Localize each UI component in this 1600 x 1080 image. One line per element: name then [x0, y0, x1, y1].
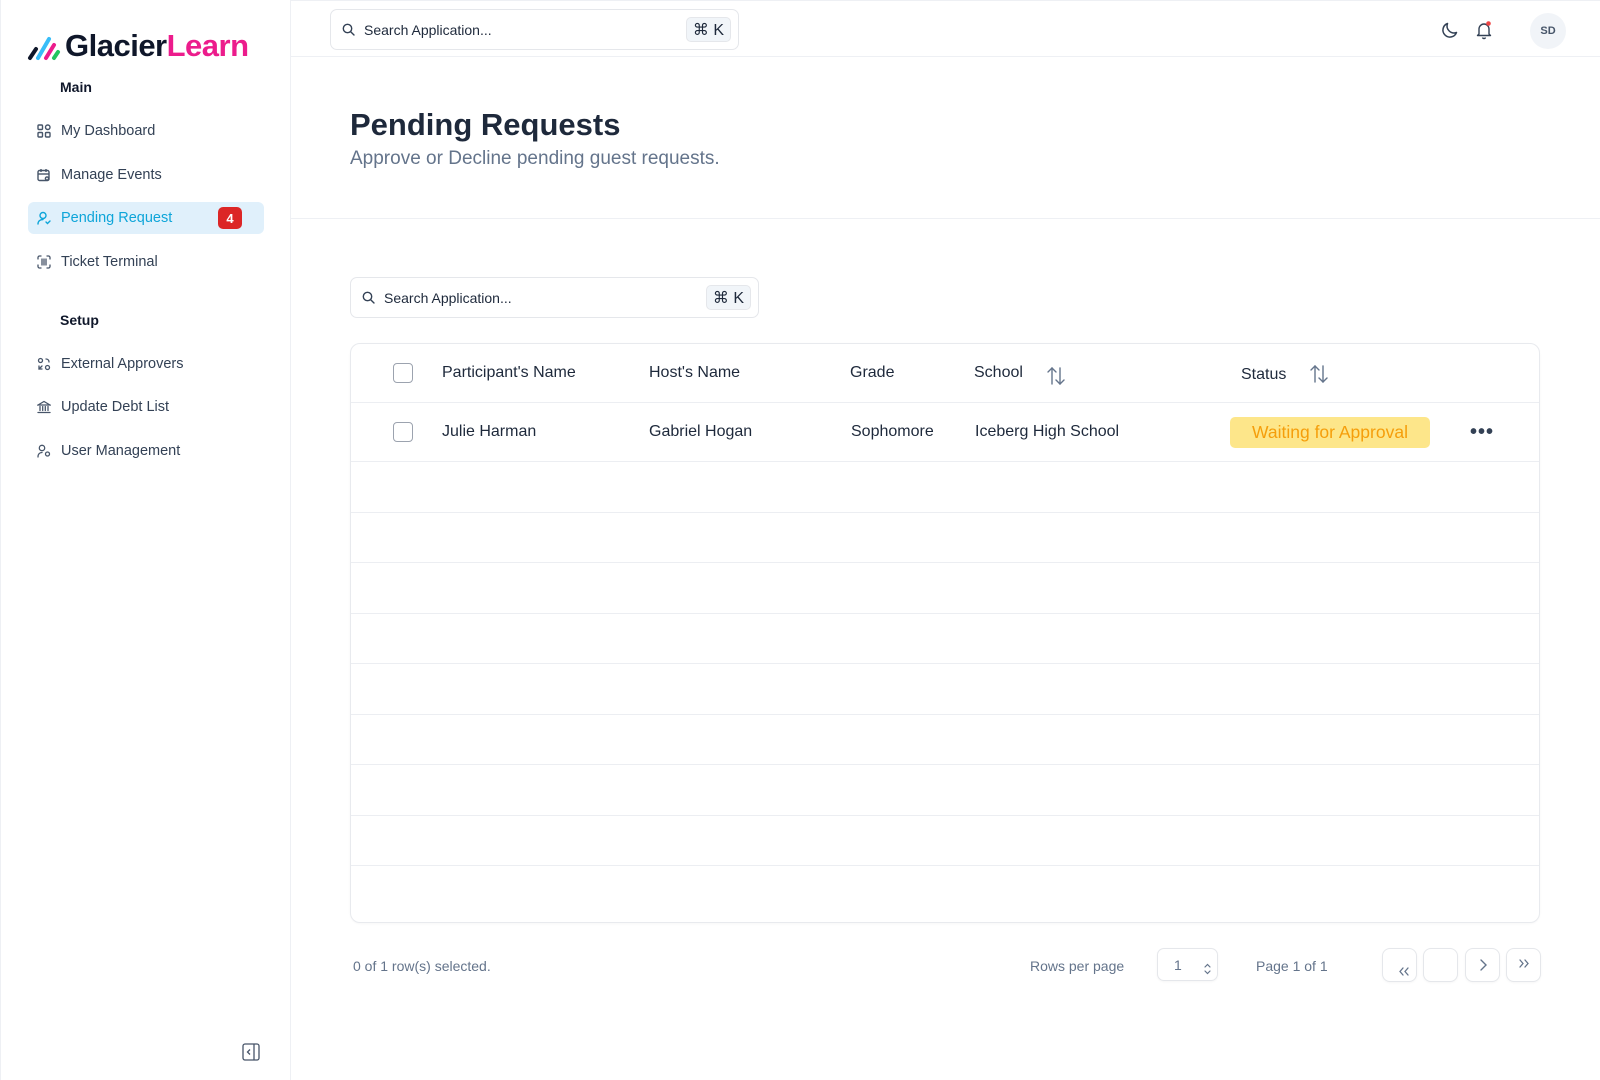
school: Iceberg High School: [975, 423, 1120, 440]
chevrons-left-icon: [1398, 967, 1409, 976]
pending-count-badge: 4: [218, 207, 242, 229]
empty-row: [351, 715, 1539, 765]
empty-row: [351, 664, 1539, 715]
empty-row: [351, 765, 1539, 816]
table-search-input[interactable]: Search Application... ⌘ K: [350, 277, 759, 318]
empty-row: [351, 816, 1539, 866]
sort-arrows-icon: [1310, 365, 1329, 383]
bell-icon: [1476, 21, 1492, 40]
page-subtitle: Approve or Decline pending guest request…: [350, 148, 720, 169]
search-icon: [362, 291, 375, 304]
search-placeholder: Search Application...: [384, 289, 512, 306]
users-exchange-icon: [37, 357, 51, 371]
brand-name: GlacierLearn: [65, 28, 249, 64]
column-header-school: School: [974, 344, 1067, 402]
calendar-search-icon: [37, 168, 51, 182]
selection-summary: 0 of 1 row(s) selected.: [353, 958, 491, 974]
requests-table: Participant's Name Host's Name Grade Sch…: [350, 343, 1540, 923]
sidebar-item-my-dashboard[interactable]: My Dashboard: [28, 115, 264, 147]
row-actions-button[interactable]: •••: [1470, 421, 1494, 444]
sort-school-button[interactable]: [1045, 365, 1067, 387]
page-header: Pending Requests Approve or Decline pend…: [291, 57, 1600, 219]
global-search-input[interactable]: Search Application... ⌘ K: [330, 9, 739, 50]
column-header-grade: Grade: [850, 364, 895, 381]
search-placeholder: Search Application...: [364, 21, 492, 38]
sidebar-item-user-management[interactable]: User Management: [28, 435, 264, 467]
sidebar-item-external-approvers[interactable]: External Approvers: [28, 348, 264, 380]
user-settings-icon: [37, 444, 51, 458]
brand-name-part1: Glacier: [65, 28, 167, 63]
host-name: Gabriel Hogan: [649, 423, 753, 440]
participant-name: Julie Harman: [442, 423, 537, 440]
first-page-button[interactable]: [1382, 948, 1417, 982]
empty-row: [351, 614, 1539, 664]
sidebar-item-label: User Management: [61, 443, 181, 459]
page-title: Pending Requests: [350, 107, 621, 142]
panel-collapse-icon: [242, 1043, 260, 1061]
table-header-row: Participant's Name Host's Name Grade Sch…: [351, 344, 1539, 403]
status-badge: Waiting for Approval: [1230, 416, 1430, 448]
select-all-checkbox[interactable]: [393, 363, 413, 383]
sidebar-item-label: My Dashboard: [61, 123, 156, 139]
sidebar: GlacierLearn Main My Dashboard Manage Ev…: [0, 0, 291, 1080]
sidebar-item-pending-request[interactable]: Pending Request 4: [28, 202, 264, 234]
sidebar-item-label: Ticket Terminal: [61, 254, 158, 270]
search-icon: [342, 23, 355, 36]
notifications-button[interactable]: [1474, 20, 1494, 40]
dashboard-grid-icon: [37, 124, 51, 138]
section-title-main: Main: [60, 79, 92, 95]
chevrons-right-icon: [1518, 959, 1529, 968]
moon-icon: [1442, 22, 1458, 38]
sidebar-item-label: Manage Events: [61, 167, 162, 183]
column-header-status-label: Status: [1241, 366, 1287, 383]
search-shortcut-hint: ⌘ K: [685, 17, 731, 42]
empty-row: [351, 563, 1539, 614]
top-bar: Search Application... ⌘ K SD: [291, 0, 1600, 57]
search-shortcut-hint: ⌘ K: [705, 285, 751, 310]
user-check-icon: [37, 211, 51, 225]
last-page-button[interactable]: [1506, 948, 1541, 982]
collapse-sidebar-button[interactable]: [242, 1043, 260, 1061]
sidebar-item-label: Update Debt List: [61, 399, 170, 415]
chevron-up-down-icon: [1203, 962, 1212, 976]
row-select-checkbox[interactable]: [393, 422, 413, 442]
table-row[interactable]: Julie Harman Gabriel Hogan Sophomore Ice…: [351, 403, 1539, 462]
sort-arrows-icon: [1047, 367, 1065, 385]
column-header-status: Status: [1241, 346, 1330, 404]
rows-per-page-select[interactable]: 1: [1157, 948, 1218, 981]
sidebar-item-label: External Approvers: [61, 356, 184, 372]
chevron-right-icon: [1479, 959, 1487, 971]
grade: Sophomore: [851, 423, 934, 440]
bank-icon: [37, 400, 51, 414]
logo[interactable]: GlacierLearn: [27, 28, 249, 64]
logo-mark-icon: [27, 31, 63, 61]
section-title-setup: Setup: [60, 312, 99, 328]
rows-per-page-value: 1: [1174, 956, 1182, 973]
theme-toggle-button[interactable]: [1440, 20, 1460, 40]
page-info: Page 1 of 1: [1256, 958, 1328, 974]
column-header-participant: Participant's Name: [442, 364, 576, 381]
empty-row: [351, 513, 1539, 563]
rows-per-page-label: Rows per page: [1030, 958, 1125, 974]
brand-name-part2: Learn: [166, 28, 249, 63]
column-header-host: Host's Name: [649, 364, 741, 381]
scan-barcode-icon: [37, 255, 51, 269]
empty-row: [351, 462, 1539, 513]
user-avatar[interactable]: SD: [1530, 13, 1566, 49]
column-header-school-label: School: [974, 364, 1023, 381]
previous-page-button[interactable]: [1423, 948, 1458, 982]
sidebar-item-label: Pending Request: [61, 210, 173, 226]
sidebar-item-manage-events[interactable]: Manage Events: [28, 159, 264, 191]
sort-status-button[interactable]: [1308, 363, 1330, 385]
sidebar-item-update-debt-list[interactable]: Update Debt List: [28, 391, 264, 423]
next-page-button[interactable]: [1465, 948, 1500, 982]
sidebar-item-ticket-terminal[interactable]: Ticket Terminal: [28, 246, 264, 278]
